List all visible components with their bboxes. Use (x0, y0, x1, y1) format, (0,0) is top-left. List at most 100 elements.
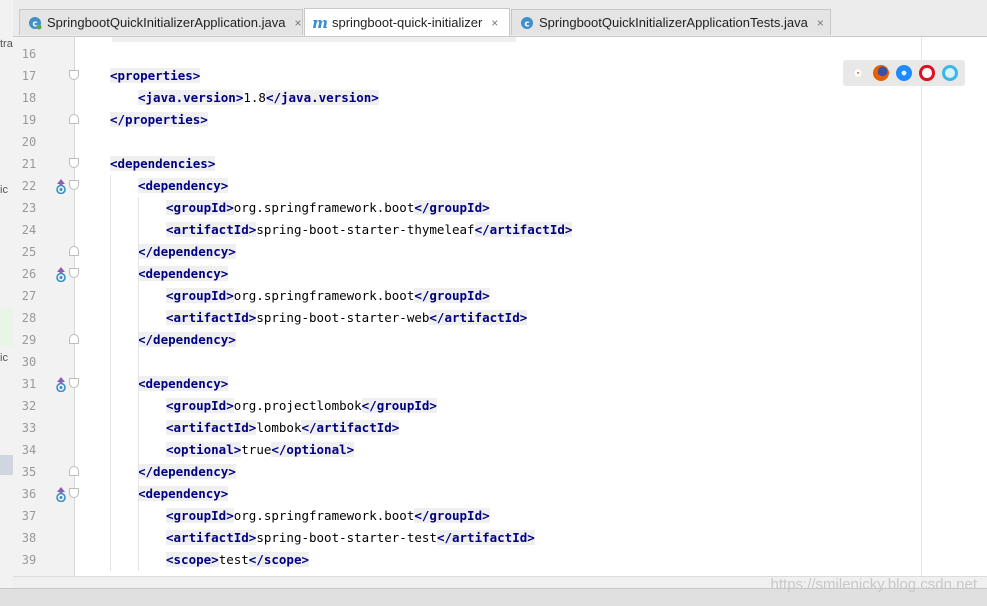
line-number[interactable]: 19 (13, 109, 45, 131)
xml-tag: </dependency> (138, 244, 236, 259)
code-line[interactable]: 26 <dependency> (13, 263, 987, 285)
code-line[interactable]: 18 <java.version>1.8</java.version> (13, 87, 987, 109)
override-marker-icon[interactable] (54, 486, 68, 503)
override-marker-icon[interactable] (54, 266, 68, 283)
java-class-icon: c (520, 16, 534, 30)
code-line[interactable]: 35 </dependency> (13, 461, 987, 483)
code-line[interactable]: 31 <dependency> (13, 373, 987, 395)
code-line[interactable]: 20 (13, 131, 987, 153)
line-number[interactable]: 37 (13, 505, 45, 527)
xml-tag: <dependency> (138, 266, 229, 281)
line-number[interactable]: 27 (13, 285, 45, 307)
code-line[interactable]: 17 <properties> (13, 65, 987, 87)
close-icon[interactable]: × (491, 16, 498, 30)
line-number[interactable]: 32 (13, 395, 45, 417)
code-text: <properties> (110, 65, 201, 87)
code-text: <dependency> (138, 175, 229, 197)
firefox-icon[interactable] (873, 65, 890, 81)
browser-preview-bar (843, 60, 965, 86)
xml-tag: <dependency> (138, 178, 229, 193)
fold-close-icon[interactable] (69, 114, 79, 124)
fold-open-icon[interactable] (69, 488, 79, 498)
line-number[interactable]: 18 (13, 87, 45, 109)
code-text: <dependencies> (110, 153, 216, 175)
close-icon[interactable]: × (817, 16, 824, 30)
code-line[interactable]: 25 </dependency> (13, 241, 987, 263)
fold-open-icon[interactable] (69, 70, 79, 80)
line-number[interactable]: 20 (13, 131, 45, 153)
fold-open-icon[interactable] (69, 378, 79, 388)
fold-open-icon[interactable] (69, 158, 79, 168)
tab-application-java[interactable]: c SpringbootQuickInitializerApplication.… (19, 9, 303, 35)
xml-tag: </artifactId> (436, 530, 535, 545)
tab-application-tests-java[interactable]: c SpringbootQuickInitializerApplicationT… (511, 9, 831, 35)
fold-open-icon[interactable] (69, 180, 79, 190)
code-line[interactable]: 33 <artifactId>lombok</artifactId> (13, 417, 987, 439)
safari-icon[interactable] (895, 65, 912, 81)
ie-icon[interactable] (941, 65, 958, 81)
project-panel-edge[interactable]: tra ic ic (0, 0, 14, 605)
override-marker-icon[interactable] (54, 376, 68, 393)
line-number[interactable]: 36 (13, 483, 45, 505)
xml-tag: </groupId> (414, 200, 490, 215)
code-text: <dependency> (138, 483, 229, 505)
code-line[interactable]: 24 <artifactId>spring-boot-starter-thymel… (13, 219, 987, 241)
fold-close-icon[interactable] (69, 246, 79, 256)
code-line[interactable]: 36 <dependency> (13, 483, 987, 505)
close-icon[interactable]: × (294, 16, 301, 30)
code-line[interactable]: 27 <groupId>org.springframework.boot</gro… (13, 285, 987, 307)
code-line[interactable]: 38 <artifactId>spring-boot-starter-test</… (13, 527, 987, 549)
line-number[interactable]: 16 (13, 43, 45, 65)
xml-tag: <properties> (110, 68, 201, 83)
line-number[interactable]: 25 (13, 241, 45, 263)
code-line[interactable]: 29 </dependency> (13, 329, 987, 351)
opera-icon[interactable] (918, 65, 935, 81)
line-number[interactable]: 39 (13, 549, 45, 571)
fold-open-icon[interactable] (69, 268, 79, 278)
code-line[interactable]: 37 <groupId>org.springframework.boot</gro… (13, 505, 987, 527)
fold-close-icon[interactable] (69, 466, 79, 476)
tab-pom-xml[interactable]: m springboot-quick-initializer × (304, 8, 510, 36)
code-line[interactable]: 19 </properties> (13, 109, 987, 131)
override-marker-icon[interactable] (54, 178, 68, 195)
line-number[interactable]: 30 (13, 351, 45, 373)
line-number[interactable]: 26 (13, 263, 45, 285)
line-number[interactable]: 23 (13, 197, 45, 219)
code-text: </dependency> (138, 329, 236, 351)
code-line[interactable]: 32 <groupId>org.projectlombok</groupId> (13, 395, 987, 417)
xml-text: lombok (256, 420, 302, 435)
code-text: <optional>true</optional> (166, 439, 355, 461)
chrome-icon[interactable] (850, 65, 866, 81)
indent-guide (110, 175, 111, 571)
xml-tag: <artifactId> (166, 310, 257, 325)
code-line[interactable]: 34 <optional>true</optional> (13, 439, 987, 461)
code-text: </dependency> (138, 461, 236, 483)
line-number[interactable]: 22 (13, 175, 45, 197)
line-number[interactable]: 29 (13, 329, 45, 351)
line-number[interactable]: 24 (13, 219, 45, 241)
code-text: <groupId>org.springframework.boot</group… (166, 505, 490, 527)
indent-guide (138, 197, 139, 571)
xml-text: true (241, 442, 272, 457)
line-number[interactable]: 17 (13, 65, 45, 87)
xml-tag: <artifactId> (166, 420, 257, 435)
code-line[interactable]: 16 (13, 43, 987, 65)
fold-close-icon[interactable] (69, 334, 79, 344)
code-line[interactable]: 21 <dependencies> (13, 153, 987, 175)
code-line[interactable]: 28 <artifactId>spring-boot-starter-web</a… (13, 307, 987, 329)
code-line[interactable]: 39 <scope>test</scope> (13, 549, 987, 571)
xml-tag: <groupId> (166, 398, 234, 413)
line-number[interactable]: 31 (13, 373, 45, 395)
code-line[interactable]: 23 <groupId>org.springframework.boot</gro… (13, 197, 987, 219)
project-panel-text-fragment: ic (0, 184, 8, 196)
xml-tag: </dependency> (138, 464, 236, 479)
line-number[interactable]: 34 (13, 439, 45, 461)
line-number[interactable]: 38 (13, 527, 45, 549)
line-number[interactable]: 28 (13, 307, 45, 329)
line-number[interactable]: 35 (13, 461, 45, 483)
line-number[interactable]: 21 (13, 153, 45, 175)
code-line[interactable]: 30 (13, 351, 987, 373)
project-panel-text-fragment: tra (0, 38, 13, 50)
code-line[interactable]: 22 <dependency> (13, 175, 987, 197)
line-number[interactable]: 33 (13, 417, 45, 439)
